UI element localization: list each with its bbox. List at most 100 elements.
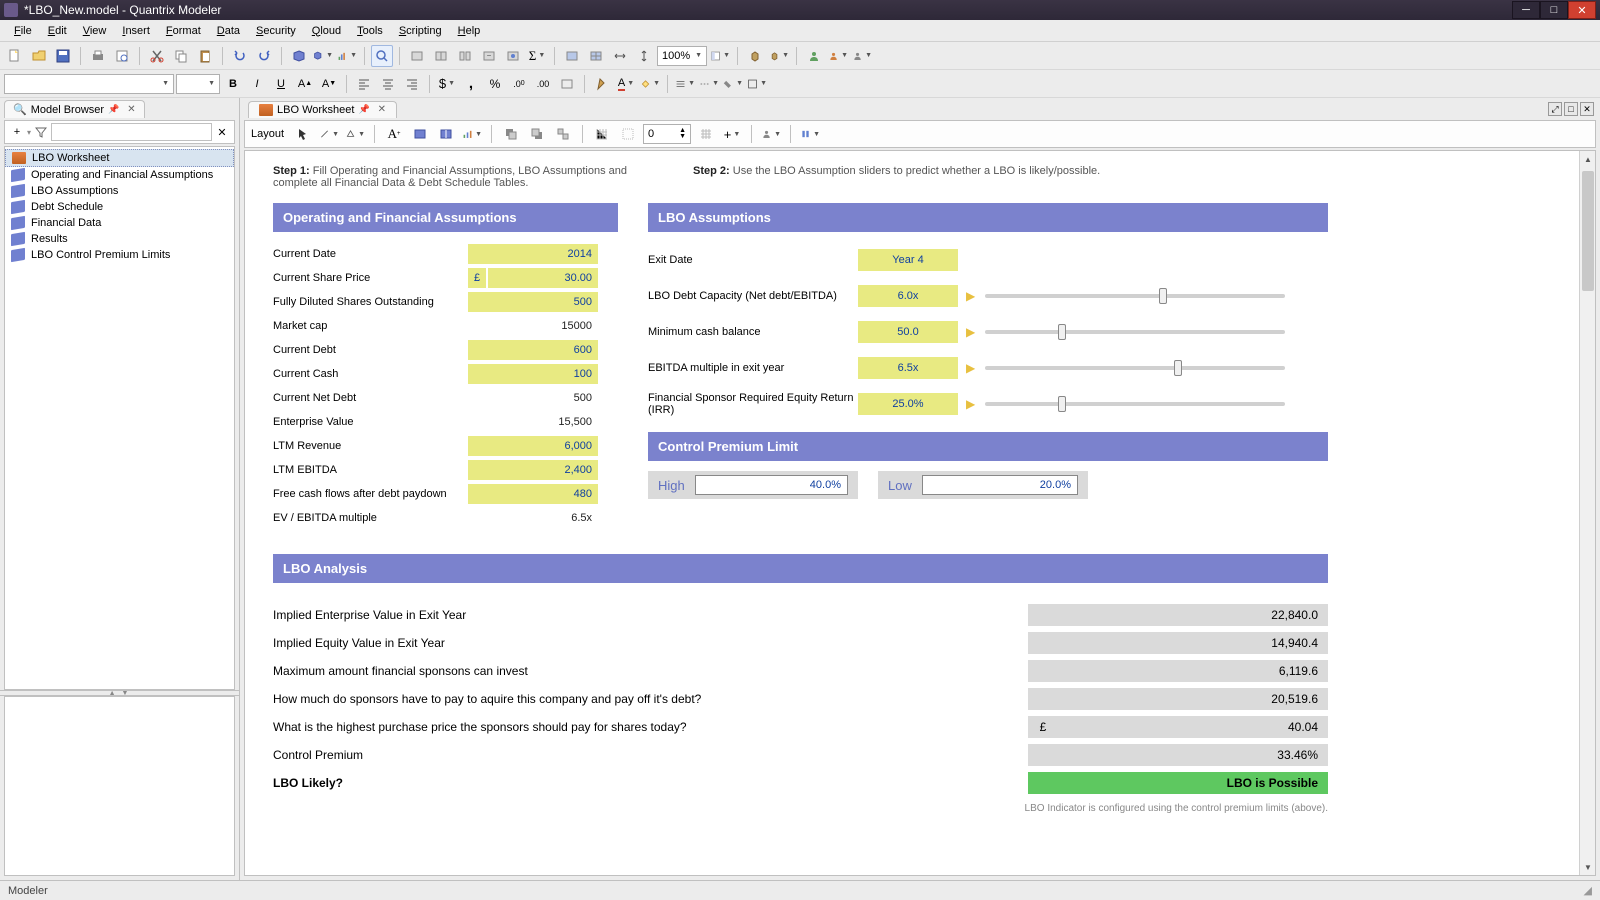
ofa-value[interactable]: 6,000 xyxy=(468,436,598,456)
slider-track[interactable] xyxy=(985,366,1285,370)
collapse-button[interactable]: − xyxy=(478,45,500,67)
slider-thumb[interactable] xyxy=(1058,324,1066,340)
menu-data[interactable]: Data xyxy=(209,23,248,39)
lboa-value[interactable]: 6.0x xyxy=(858,285,958,307)
ofa-value[interactable]: 2014 xyxy=(468,244,598,264)
find-button[interactable] xyxy=(371,45,393,67)
slider-thumb[interactable] xyxy=(1159,288,1167,304)
zoom-combo[interactable]: 100%▼ xyxy=(657,46,707,66)
align-left-button[interactable] xyxy=(353,73,375,95)
menu-scripting[interactable]: Scripting xyxy=(391,23,450,39)
menu-view[interactable]: View xyxy=(75,23,115,39)
role3-button[interactable]: ▼ xyxy=(851,45,873,67)
table-view-button[interactable] xyxy=(561,45,583,67)
menu-tools[interactable]: Tools xyxy=(349,23,391,39)
print-button[interactable] xyxy=(87,45,109,67)
italic-button[interactable]: I xyxy=(246,73,268,95)
tree-item[interactable]: LBO Control Premium Limits xyxy=(5,247,234,263)
currency-button[interactable]: $▼ xyxy=(436,73,458,95)
line-tool[interactable]: ▼ xyxy=(318,123,340,145)
cpl-high-value[interactable]: 40.0% xyxy=(695,475,848,495)
tree-item[interactable]: Results xyxy=(5,231,234,247)
number-format-button[interactable] xyxy=(556,73,578,95)
slider-track[interactable] xyxy=(985,402,1285,406)
tree-item[interactable]: Operating and Financial Assumptions xyxy=(5,167,234,183)
insert-chart2-button[interactable]: ▼ xyxy=(461,123,483,145)
slider-track[interactable] xyxy=(985,330,1285,334)
scroll-thumb[interactable] xyxy=(1582,171,1594,291)
close-tab-icon[interactable]: ✕ xyxy=(378,104,386,115)
filter-button[interactable] xyxy=(33,124,49,140)
print-preview-button[interactable] xyxy=(111,45,133,67)
guides-button[interactable]: +▼ xyxy=(721,123,743,145)
arrange-button[interactable]: ▼ xyxy=(799,123,821,145)
model-tree[interactable]: LBO WorksheetOperating and Financial Ass… xyxy=(4,146,235,690)
slider-thumb[interactable] xyxy=(1058,396,1066,412)
sum-button[interactable]: Σ▼ xyxy=(526,45,548,67)
underline-button[interactable]: U xyxy=(270,73,292,95)
menu-security[interactable]: Security xyxy=(248,23,304,39)
insert-item-button[interactable] xyxy=(430,45,452,67)
insert-category-button[interactable] xyxy=(406,45,428,67)
border-style-button[interactable]: ▼ xyxy=(698,73,720,95)
new-matrix-button[interactable] xyxy=(288,45,310,67)
fill-color-button[interactable]: ▼ xyxy=(639,73,661,95)
snap-grid-button[interactable] xyxy=(591,123,613,145)
tree-item[interactable]: LBO Worksheet xyxy=(5,149,234,167)
tree-item[interactable]: Debt Schedule xyxy=(5,199,234,215)
menu-insert[interactable]: Insert xyxy=(114,23,158,39)
cpl-low-value[interactable]: 20.0% xyxy=(922,475,1078,495)
slider-track[interactable] xyxy=(985,294,1285,298)
paint-format-button[interactable] xyxy=(591,73,613,95)
worksheet-tab[interactable]: LBO Worksheet 📌 ✕ xyxy=(248,101,397,118)
model-browser-tab[interactable]: 🔍 Model Browser 📌 ✕ xyxy=(4,100,145,118)
decrease-font-button[interactable]: A▼ xyxy=(318,73,340,95)
window-minimize-button[interactable]: ─ xyxy=(1512,1,1540,19)
pin-icon[interactable]: 📌 xyxy=(108,104,119,115)
fit-width-button[interactable] xyxy=(609,45,631,67)
gridlines-button[interactable] xyxy=(695,123,717,145)
insert-group-button[interactable] xyxy=(454,45,476,67)
fit-height-button[interactable] xyxy=(633,45,655,67)
cut-button[interactable] xyxy=(146,45,168,67)
add-button[interactable]: + xyxy=(9,124,25,140)
paste-button[interactable] xyxy=(194,45,216,67)
group-button[interactable] xyxy=(552,123,574,145)
menu-edit[interactable]: Edit xyxy=(40,23,75,39)
scroll-down-icon[interactable]: ▼ xyxy=(1580,859,1596,875)
tree-item[interactable]: Financial Data xyxy=(5,215,234,231)
lboa-value[interactable]: 6.5x xyxy=(858,357,958,379)
menu-qloud[interactable]: Qloud xyxy=(304,23,349,39)
bring-front-button[interactable] xyxy=(500,123,522,145)
borders-button[interactable]: ▼ xyxy=(746,73,768,95)
grid-view-button[interactable] xyxy=(585,45,607,67)
vertical-scrollbar[interactable]: ▲ ▼ xyxy=(1579,151,1595,875)
grid3d-button[interactable] xyxy=(744,45,766,67)
lboa-value[interactable]: 25.0% xyxy=(858,393,958,415)
border-weight-button[interactable]: ▼ xyxy=(674,73,696,95)
ofa-value[interactable]: 30.00 xyxy=(488,268,598,288)
worksheet-scroll-region[interactable]: Step 1: Fill Operating and Financial Ass… xyxy=(245,151,1579,875)
window-maximize-button[interactable]: □ xyxy=(1540,1,1568,19)
grid-size-spinner[interactable]: 0▲▼ xyxy=(643,124,691,144)
copy-button[interactable] xyxy=(170,45,192,67)
pin-icon[interactable]: 📌 xyxy=(358,104,369,115)
role1-button[interactable] xyxy=(803,45,825,67)
role2-button[interactable]: ▼ xyxy=(827,45,849,67)
scroll-up-icon[interactable]: ▲ xyxy=(1580,151,1596,167)
ofa-value[interactable]: 600 xyxy=(468,340,598,360)
freeze-button[interactable]: ▼ xyxy=(709,45,731,67)
menu-help[interactable]: Help xyxy=(450,23,489,39)
menu-file[interactable]: File xyxy=(6,23,40,39)
ofa-value[interactable]: 2,400 xyxy=(468,460,598,480)
send-back-button[interactable] xyxy=(526,123,548,145)
close-panel-button[interactable]: ✕ xyxy=(1580,102,1594,116)
text-tool[interactable]: A+ xyxy=(383,123,405,145)
link-button[interactable] xyxy=(502,45,524,67)
increase-decimal-button[interactable]: .00 xyxy=(508,73,530,95)
menu-format[interactable]: Format xyxy=(158,23,209,39)
play-icon[interactable]: ▶ xyxy=(966,289,975,303)
open-button[interactable] xyxy=(28,45,50,67)
new-chart-button[interactable]: ▼ xyxy=(336,45,358,67)
redo-button[interactable] xyxy=(253,45,275,67)
